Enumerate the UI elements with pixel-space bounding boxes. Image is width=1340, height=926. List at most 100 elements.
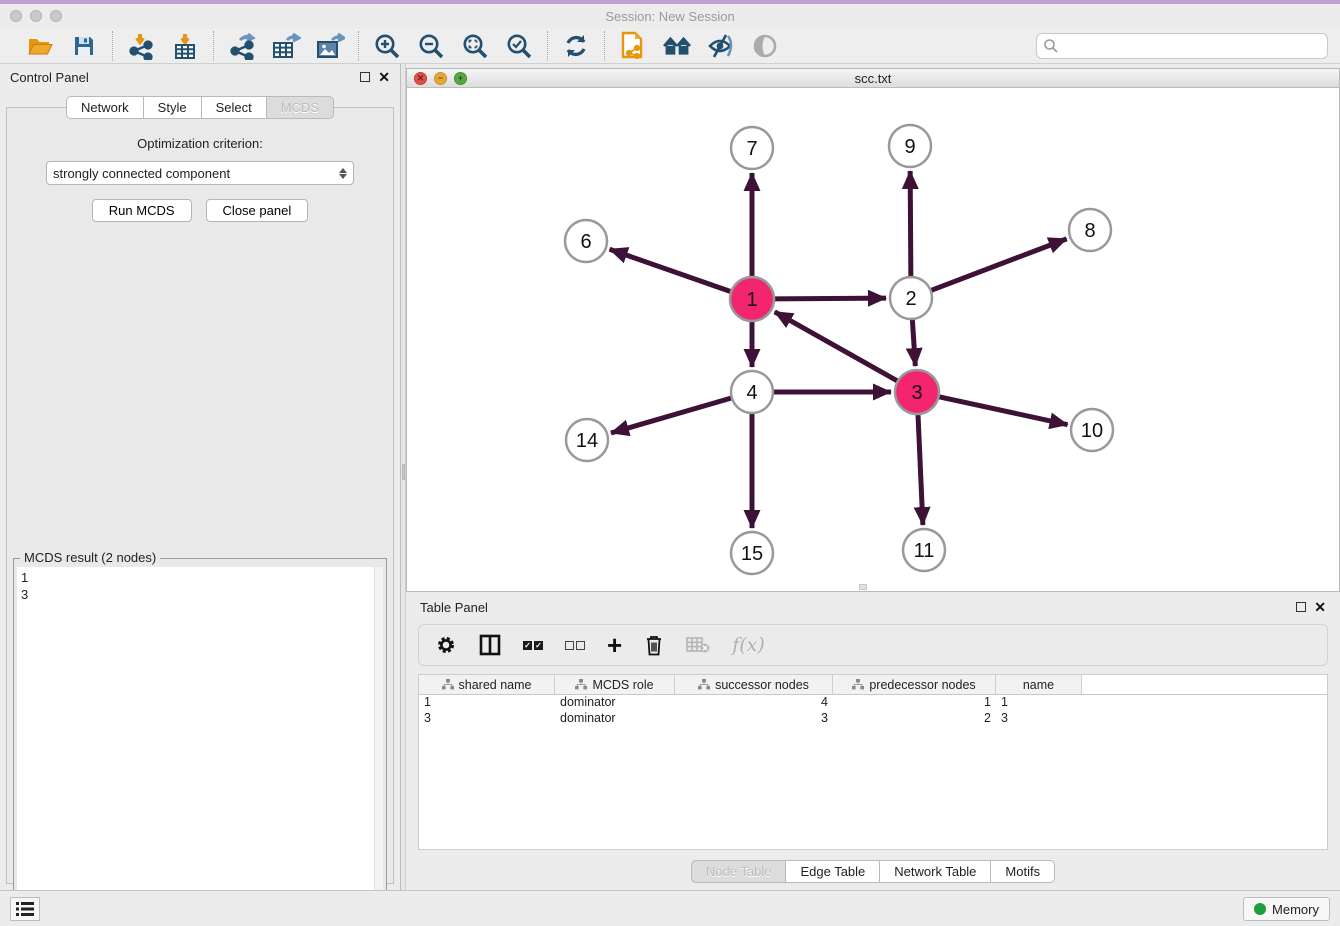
optimization-criterion-label: Optimization criterion: [7, 136, 393, 151]
tab-network[interactable]: Network [66, 96, 144, 119]
network-titlebar[interactable]: ✕ − + scc.txt [407, 69, 1339, 88]
edge-3-10[interactable] [938, 397, 1067, 425]
cell-successor-nodes[interactable]: 3 [675, 711, 833, 727]
column-header-successor-nodes[interactable]: successor nodes [675, 675, 833, 694]
tab-style[interactable]: Style [143, 96, 202, 119]
cell-predecessor-nodes[interactable]: 1 [833, 695, 996, 711]
edge-3-11[interactable] [918, 414, 923, 525]
add-row-icon[interactable]: + [607, 631, 622, 659]
toggle-birdseye-icon[interactable] [750, 31, 780, 61]
network-canvas[interactable]: 7968124314101511 [407, 88, 1339, 591]
gear-icon[interactable] [435, 631, 457, 659]
hierarchy-icon [442, 679, 454, 691]
cell-predecessor-nodes[interactable]: 2 [833, 711, 996, 727]
result-scrollbar[interactable] [374, 567, 383, 926]
control-panel-title: Control Panel [10, 70, 89, 85]
tab-edge-table[interactable]: Edge Table [785, 860, 880, 883]
zoom-out-icon[interactable] [416, 31, 446, 61]
hierarchy-icon [698, 679, 710, 691]
unselect-all-columns-icon[interactable] [565, 631, 585, 659]
node-label-14: 14 [576, 430, 598, 452]
float-panel-icon[interactable] [360, 72, 370, 82]
status-bar: Memory [0, 890, 1340, 926]
cell-name[interactable]: 1 [996, 695, 1082, 711]
import-network-icon[interactable] [126, 31, 156, 61]
tab-node-table[interactable]: Node Table [691, 860, 787, 883]
toggle-visual-properties-icon[interactable] [706, 31, 736, 61]
criterion-select[interactable]: strongly connected component [46, 161, 354, 185]
select-all-columns-icon[interactable]: ✓✓ [523, 631, 543, 659]
import-table-icon[interactable] [170, 31, 200, 61]
mcds-result-group: MCDS result (2 nodes) 1 3 [13, 558, 387, 926]
export-image-icon[interactable] [315, 31, 345, 61]
edge-4-14[interactable] [611, 398, 732, 433]
mcds-result-list[interactable]: 1 3 [17, 567, 383, 926]
float-table-panel-icon[interactable] [1296, 602, 1306, 612]
save-session-icon[interactable] [69, 31, 99, 61]
tab-motifs[interactable]: Motifs [990, 860, 1055, 883]
table-header-row: shared name MCDS role successor nodes pr… [419, 675, 1327, 695]
splitter-grip[interactable] [402, 464, 405, 480]
canvas-resize-grip[interactable] [859, 584, 867, 590]
table-toolbar: ✓✓ + f(x) [418, 624, 1328, 666]
open-session-icon[interactable] [25, 31, 55, 61]
node-label-2: 2 [905, 288, 916, 310]
cell-name[interactable]: 3 [996, 711, 1082, 727]
export-network-icon[interactable] [227, 31, 257, 61]
tab-select[interactable]: Select [201, 96, 267, 119]
tab-mcds[interactable]: MCDS [266, 96, 334, 119]
network-window: ✕ − + scc.txt 7968124314101511 [406, 68, 1340, 592]
list-icon [16, 902, 34, 916]
column-header-shared-name[interactable]: shared name [419, 675, 555, 694]
column-header-mcds-role[interactable]: MCDS role [555, 675, 675, 694]
cell-successor-nodes[interactable]: 4 [675, 695, 833, 711]
search-field[interactable] [1036, 33, 1328, 59]
network-title: scc.txt [407, 71, 1339, 86]
copy-current-style-icon[interactable] [618, 31, 648, 61]
tab-network-table[interactable]: Network Table [879, 860, 991, 883]
close-panel-button[interactable]: Close panel [206, 199, 309, 222]
edge-2-8[interactable] [931, 239, 1067, 291]
export-table-icon[interactable] [271, 31, 301, 61]
close-table-panel-icon[interactable]: ✕ [1314, 602, 1326, 612]
cell-mcds-role[interactable]: dominator [555, 695, 675, 711]
application-window: Session: New Session [0, 0, 1340, 926]
edge-3-1[interactable] [775, 312, 898, 381]
node-label-6: 6 [580, 231, 591, 253]
edge-2-9[interactable] [910, 171, 911, 277]
table-tabs: Node Table Edge Table Network Table Moti… [406, 860, 1340, 883]
titlebar: Session: New Session [0, 4, 1340, 28]
cell-mcds-role[interactable]: dominator [555, 711, 675, 727]
column-header-name[interactable]: name [996, 675, 1082, 694]
control-panel: Control Panel ✕ Network Style Select MCD… [0, 64, 400, 890]
zoom-fit-icon[interactable] [460, 31, 490, 61]
show-home-icon[interactable] [662, 31, 692, 61]
cell-shared-name[interactable]: 3 [419, 711, 555, 727]
memory-button[interactable]: Memory [1243, 897, 1330, 921]
network-graph: 7968124314101511 [407, 88, 1339, 591]
memory-label: Memory [1272, 902, 1319, 917]
node-label-11: 11 [914, 540, 935, 562]
column-header-predecessor-nodes[interactable]: predecessor nodes [833, 675, 996, 694]
columns-icon[interactable] [479, 631, 501, 659]
apply-layout-icon[interactable] [561, 31, 591, 61]
delete-row-icon[interactable] [644, 631, 664, 659]
node-table[interactable]: shared name MCDS role successor nodes pr… [418, 674, 1328, 850]
control-panel-tabs: Network Style Select MCDS [0, 96, 400, 119]
table-row[interactable]: 1 dominator 4 1 1 [419, 695, 1327, 711]
mcds-result-item: 1 [21, 569, 379, 586]
table-row[interactable]: 3 dominator 3 2 3 [419, 711, 1327, 727]
zoom-in-icon[interactable] [372, 31, 402, 61]
edge-1-2[interactable] [774, 298, 886, 299]
zoom-selected-icon[interactable] [504, 31, 534, 61]
mcds-result-title: MCDS result (2 nodes) [20, 550, 160, 565]
hierarchy-icon [575, 679, 587, 691]
edge-2-3[interactable] [912, 319, 915, 366]
close-panel-icon[interactable]: ✕ [378, 72, 390, 82]
node-label-10: 10 [1081, 420, 1103, 442]
task-history-button[interactable] [10, 897, 40, 921]
edge-1-6[interactable] [610, 249, 732, 291]
search-input[interactable] [1059, 39, 1327, 53]
cell-shared-name[interactable]: 1 [419, 695, 555, 711]
run-mcds-button[interactable]: Run MCDS [92, 199, 192, 222]
